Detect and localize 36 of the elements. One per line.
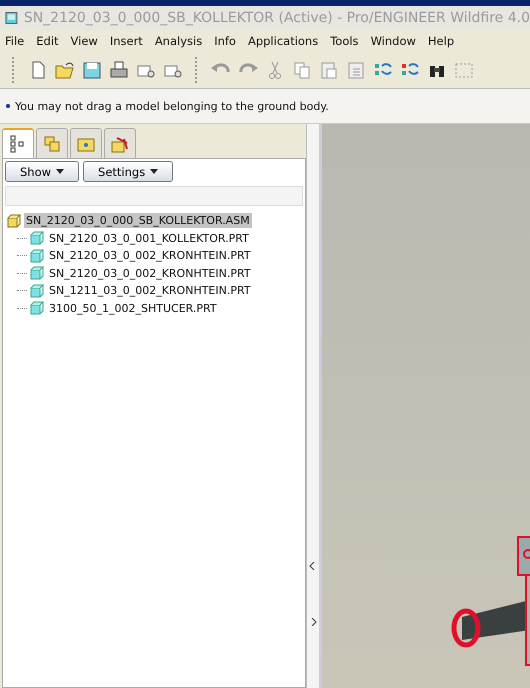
menu-item[interactable]: Tools (330, 34, 359, 48)
window-icon (5, 11, 18, 25)
tree-item[interactable]: SN_2120_03_0_000_SB_KOLLEKTOR.ASM (24, 213, 252, 228)
assembly-icon (7, 214, 21, 228)
menu-item[interactable]: Window (370, 34, 416, 48)
caret-icon (56, 169, 64, 174)
tree-item[interactable]: SN_2120_03_0_002_KRONHTEIN.PRT (47, 248, 253, 264)
status-message: You may not drag a model belonging to the ground body. (6, 100, 329, 112)
tools-icon (111, 134, 129, 152)
filter-field[interactable] (5, 186, 303, 206)
printer-icon[interactable] (108, 60, 130, 80)
layers-icon (43, 134, 61, 152)
dropdown-button[interactable]: Show (5, 161, 80, 182)
panel-tab[interactable] (2, 128, 34, 158)
tree-item[interactable]: 3100_50_1_002_SHTUCER.PRT (47, 300, 219, 316)
window-title: SN_2120_03_0_000_SB_KOLLEKTOR (Active) - Pro/ENGINEER Wildfire 4.0 (24, 10, 530, 26)
menu-item[interactable]: File (5, 34, 24, 48)
menu-item[interactable]: Info (214, 34, 236, 48)
menu-item[interactable]: Applications (248, 34, 318, 48)
caret-icon (150, 169, 158, 174)
menu-item[interactable]: View (70, 34, 98, 48)
menu-item[interactable]: Edit (36, 34, 59, 48)
part-icon (30, 284, 44, 298)
part-icon (30, 231, 44, 246)
dropdown-button[interactable]: Settings (83, 161, 174, 182)
save-icon[interactable] (81, 60, 103, 80)
menu-item[interactable]: Help (428, 34, 454, 48)
tree-item[interactable]: SN_2120_03_0_001_KOLLEKTOR.PRT (47, 230, 251, 246)
part-icon (30, 266, 44, 280)
part-icon (30, 248, 44, 263)
menu-item[interactable]: Insert (110, 34, 143, 48)
tree-item[interactable]: SN_1211_03_0_002_KRONHTEIN.PRT (47, 283, 253, 298)
part-icon (30, 301, 44, 316)
menu-item[interactable]: Analysis (154, 34, 202, 48)
tree-item[interactable]: SN_2120_03_0_002_KRONHTEIN.PRT (47, 266, 253, 281)
open-folder-icon[interactable] (54, 60, 76, 80)
